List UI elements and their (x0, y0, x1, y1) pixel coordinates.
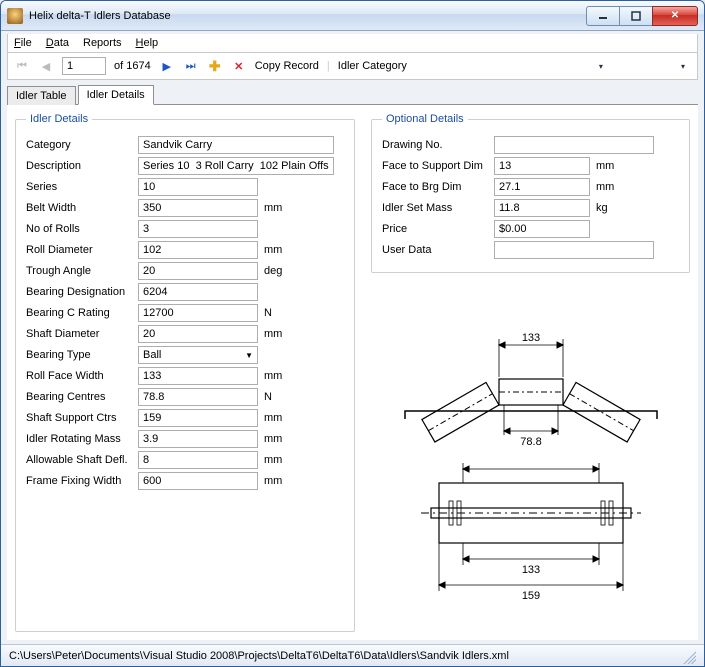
label-shaft-dia: Shaft Diameter (26, 328, 132, 340)
idler-details-group: Idler Details Category Description Serie… (15, 113, 355, 632)
label-series: Series (26, 181, 132, 193)
optional-details-legend: Optional Details (382, 113, 468, 125)
tabstrip: Idler Table Idler Details (7, 84, 698, 105)
label-idler-rot-mass: Idler Rotating Mass (26, 433, 132, 445)
menubar: File Data Reports Help (7, 34, 698, 53)
label-no-rolls: No of Rolls (26, 223, 132, 235)
menu-file[interactable]: File (14, 37, 32, 49)
label-allow-shaft: Allowable Shaft Defl. (26, 454, 132, 466)
field-bearing-c[interactable] (138, 304, 258, 322)
field-drawing-no[interactable] (494, 136, 654, 154)
label-face-brg: Face to Brg Dim (382, 181, 488, 193)
add-record-icon[interactable]: ✚ (207, 58, 223, 74)
field-category[interactable] (138, 136, 334, 154)
label-roll-dia: Roll Diameter (26, 244, 132, 256)
filter-label: Idler Category (338, 60, 407, 72)
tab-idler-table[interactable]: Idler Table (7, 86, 76, 105)
field-description[interactable] (138, 157, 334, 175)
field-face-support[interactable] (494, 157, 590, 175)
label-description: Description (26, 160, 132, 172)
label-category: Category (26, 139, 132, 151)
field-shaft-support[interactable] (138, 409, 258, 427)
idler-diagram: 133 78.8 (371, 273, 690, 632)
menu-reports[interactable]: Reports (83, 37, 122, 49)
field-idler-set-mass[interactable] (494, 199, 590, 217)
record-total-label: of 1674 (114, 60, 151, 72)
label-bearing-centres: Bearing Centres (26, 391, 132, 403)
titlebar: Helix delta-T Idlers Database ✕ (1, 1, 704, 31)
nav-prev-icon[interactable]: ◀ (38, 58, 54, 74)
minimize-button[interactable] (586, 6, 620, 26)
field-trough-angle[interactable] (138, 262, 258, 280)
field-face-brg[interactable] (494, 178, 590, 196)
record-position-input[interactable] (62, 57, 106, 75)
dim-top-label: 133 (521, 332, 539, 344)
label-idler-set-mass: Idler Set Mass (382, 202, 488, 214)
app-window: Helix delta-T Idlers Database ✕ File Dat… (0, 0, 705, 667)
toolbar: ⏮ ◀ of 1674 ▶ ⏭ ✚ ✕ Copy Record | Idler … (7, 53, 698, 80)
window-controls: ✕ (587, 6, 698, 26)
workspace: Idler Details Category Description Serie… (7, 105, 698, 640)
statusbar: C:\Users\Peter\Documents\Visual Studio 2… (1, 644, 704, 666)
label-bearing-type: Bearing Type (26, 349, 132, 361)
field-idler-rot-mass[interactable] (138, 430, 258, 448)
field-series[interactable] (138, 178, 258, 196)
label-price: Price (382, 223, 488, 235)
label-face-support: Face to Support Dim (382, 160, 488, 172)
copy-record-button[interactable]: Copy Record (255, 60, 319, 72)
field-no-rolls[interactable] (138, 220, 258, 238)
field-roll-face-w[interactable] (138, 367, 258, 385)
label-frame-fixing: Frame Fixing Width (26, 475, 132, 487)
field-bearing-centres[interactable] (138, 388, 258, 406)
field-shaft-dia[interactable] (138, 325, 258, 343)
dim-bottom2-label: 159 (521, 590, 539, 602)
dim-bottom1-label: 133 (521, 564, 539, 576)
nav-next-icon[interactable]: ▶ (159, 58, 175, 74)
menu-help[interactable]: Help (136, 37, 159, 49)
field-bearing-type[interactable]: Ball ▼ (138, 346, 258, 364)
nav-first-icon[interactable]: ⏮ (14, 58, 30, 74)
menu-data[interactable]: Data (46, 37, 69, 49)
label-user-data: User Data (382, 244, 488, 256)
chevron-down-icon: ▼ (245, 351, 253, 360)
window-title: Helix delta-T Idlers Database (29, 10, 587, 22)
delete-record-icon[interactable]: ✕ (231, 58, 247, 74)
field-bearing-desig[interactable] (138, 283, 258, 301)
idler-details-legend: Idler Details (26, 113, 92, 125)
label-bearing-desig: Bearing Designation (26, 286, 132, 298)
field-frame-fixing[interactable] (138, 472, 258, 490)
right-panel: Optional Details Drawing No. Face to Sup… (371, 113, 690, 632)
resize-grip[interactable] (680, 648, 696, 664)
toolbar-overflow-icon[interactable]: ▾ (675, 58, 691, 74)
label-shaft-support: Shaft Support Ctrs (26, 412, 132, 424)
dim-mid-label: 78.8 (520, 436, 541, 448)
maximize-button[interactable] (619, 6, 653, 26)
nav-last-icon[interactable]: ⏭ (183, 58, 199, 74)
close-button[interactable]: ✕ (652, 6, 698, 26)
unit-mm: mm (264, 202, 292, 214)
tab-idler-details[interactable]: Idler Details (78, 85, 154, 105)
label-bearing-c: Bearing C Rating (26, 307, 132, 319)
label-trough-angle: Trough Angle (26, 265, 132, 277)
label-drawing-no: Drawing No. (382, 139, 488, 151)
label-belt-width: Belt Width (26, 202, 132, 214)
optional-details-group: Optional Details Drawing No. Face to Sup… (371, 113, 690, 273)
field-price[interactable] (494, 220, 590, 238)
field-belt-width[interactable] (138, 199, 258, 217)
field-user-data[interactable] (494, 241, 654, 259)
field-roll-dia[interactable] (138, 241, 258, 259)
label-roll-face-w: Roll Face Width (26, 370, 132, 382)
statusbar-path: C:\Users\Peter\Documents\Visual Studio 2… (9, 650, 509, 662)
filter-dropdown-icon[interactable]: ▾ (593, 58, 609, 74)
field-allow-shaft[interactable] (138, 451, 258, 469)
app-icon (7, 8, 23, 24)
